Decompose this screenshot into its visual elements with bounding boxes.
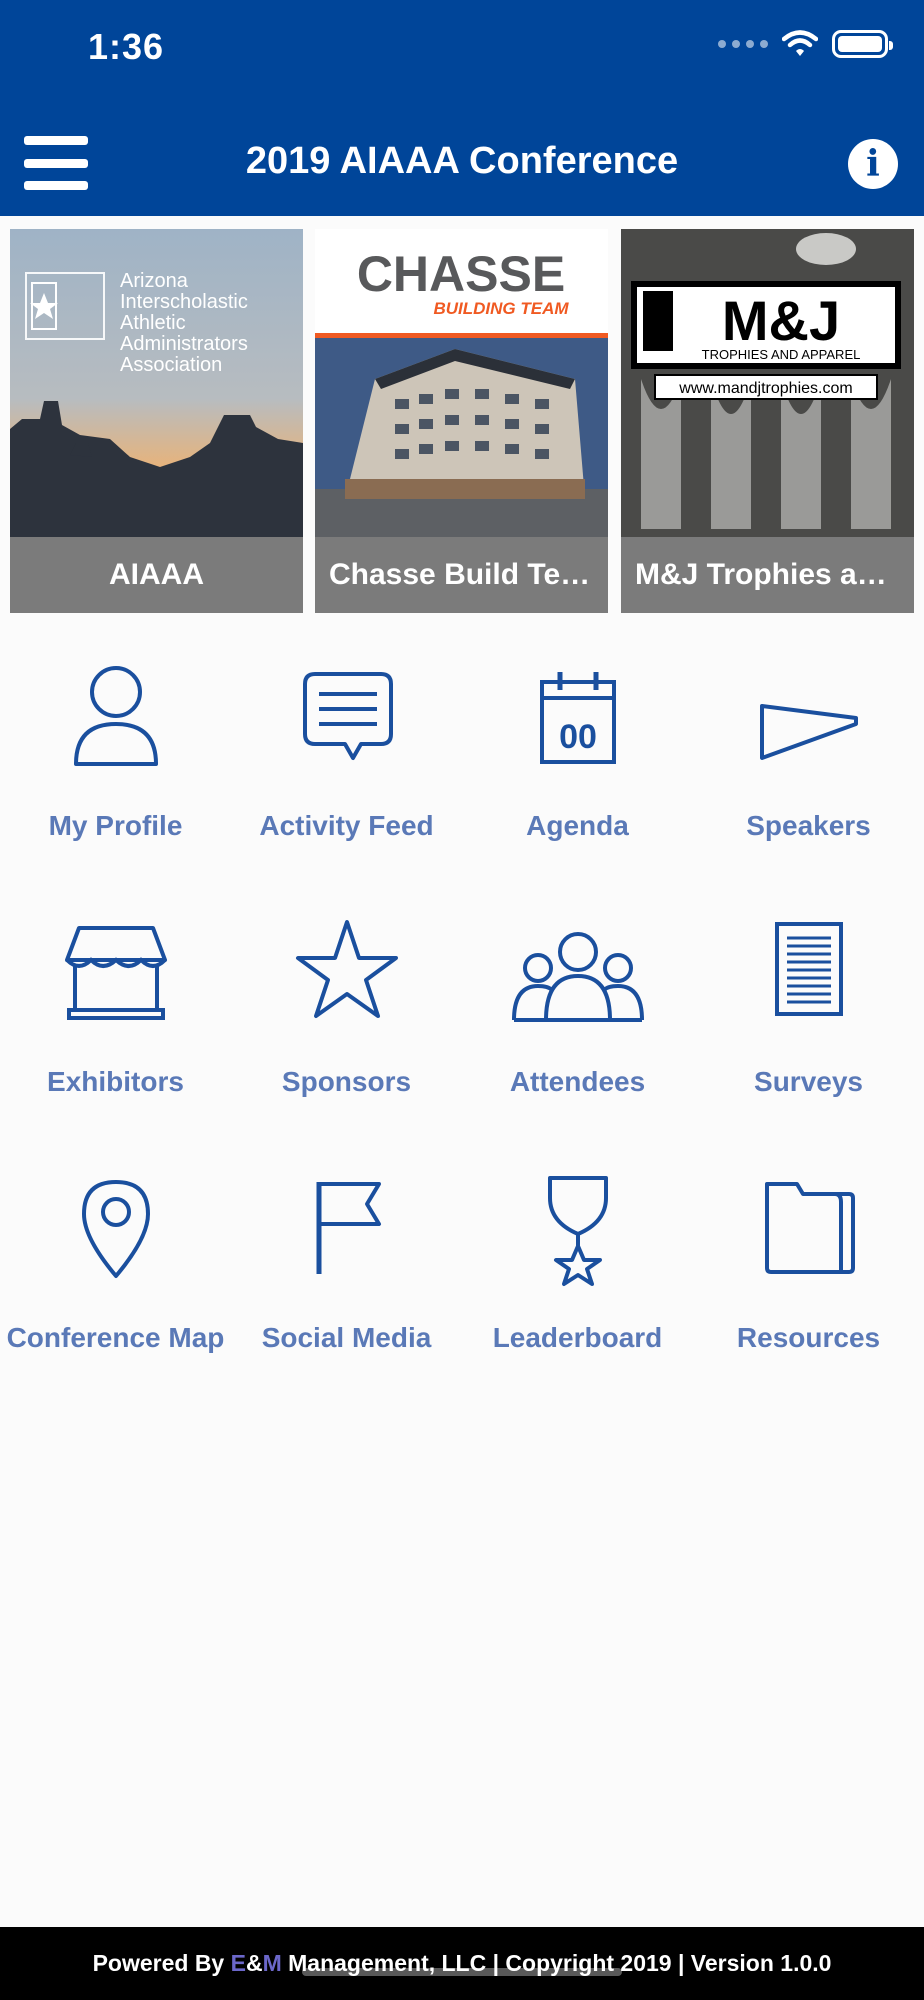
tile-activity-feed[interactable]: Activity Feed — [231, 640, 462, 880]
tile-exhibitors[interactable]: Exhibitors — [0, 896, 231, 1136]
tile-attendees[interactable]: Attendees — [462, 896, 693, 1136]
page-title: 2019 AIAAA Conference — [245, 140, 679, 182]
app-header: 1:36 2019 AIAAA Conference i — [0, 0, 924, 216]
people-group-icon — [511, 932, 644, 1022]
footer-brand-e: E — [230, 1950, 246, 1976]
calendar-icon-text: 00 — [559, 718, 597, 756]
chasse-banner-image: CHASSE BUILDING TEAM — [315, 229, 608, 537]
tile-label: Speakers — [746, 810, 871, 841]
sponsor-card-chasse[interactable]: CHASSE BUILDING TEAM Chasse Build Team — [315, 229, 608, 613]
tile-label: Conference Map — [6, 1322, 225, 1353]
home-indicator[interactable] — [302, 1968, 622, 1976]
chasse-logo-subtext: BUILDING TEAM — [433, 299, 569, 318]
chasse-logo-text: CHASSE — [357, 246, 565, 302]
tile-conference-map[interactable]: Conference Map — [0, 1152, 231, 1392]
aiaaa-banner-image: Arizona Interscholastic Athletic Adminis… — [10, 229, 303, 537]
tile-label: Resources — [736, 1322, 881, 1353]
sponsor-label: Chasse Build Team — [315, 537, 608, 613]
wifi-icon — [782, 30, 818, 56]
sponsor-card-aiaaa[interactable]: Arizona Interscholastic Athletic Adminis… — [10, 229, 303, 613]
folder-icon — [764, 1182, 855, 1274]
tile-surveys[interactable]: Surveys — [693, 896, 924, 1136]
tile-label: Exhibitors — [47, 1066, 184, 1097]
tile-sponsors[interactable]: Sponsors — [231, 896, 462, 1136]
tile-label: Agenda — [526, 810, 629, 841]
tile-label: Surveys — [754, 1066, 863, 1097]
status-time: 1:36 — [88, 26, 165, 67]
aiaaa-logo-text-5: Association — [120, 354, 222, 376]
footer-bar: Powered By E&M Management, LLC | Copyrig… — [0, 1927, 924, 2000]
aiaaa-logo-text-3: Athletic — [120, 312, 186, 334]
tile-label: Attendees — [509, 1066, 646, 1097]
tile-social-media[interactable]: Social Media — [231, 1152, 462, 1392]
tile-resources[interactable]: Resources — [693, 1152, 924, 1392]
document-lines-icon — [774, 922, 843, 1016]
sponsor-label: AIAAA — [10, 537, 303, 613]
person-icon — [73, 666, 158, 766]
booth-icon — [64, 926, 167, 1020]
battery-icon — [832, 30, 893, 58]
sponsor-label: M&J Trophies an... — [621, 537, 914, 613]
flag-icon — [316, 1182, 381, 1274]
mj-logo-text: M&J — [722, 289, 840, 352]
mj-trophies-banner-image: M&J TROPHIES AND APPAREL www.mandjtrophi… — [621, 229, 914, 537]
tile-leaderboard[interactable]: Leaderboard — [462, 1152, 693, 1392]
mj-logo-subtext: TROPHIES AND APPAREL — [702, 347, 861, 362]
calendar-icon: 00 — [539, 672, 616, 764]
sponsor-card-mj-trophies[interactable]: M&J TROPHIES AND APPAREL www.mandjtrophi… — [621, 229, 914, 613]
mj-logo-url: www.mandjtrophies.com — [678, 380, 852, 397]
tile-my-profile[interactable]: My Profile — [0, 640, 231, 880]
aiaaa-logo-text-1: Arizona — [120, 270, 189, 292]
sponsor-carousel[interactable]: Arizona Interscholastic Athletic Adminis… — [10, 229, 924, 613]
star-icon — [295, 920, 398, 1018]
info-button[interactable]: i — [848, 139, 898, 189]
tile-label: Sponsors — [281, 1066, 412, 1097]
medal-icon — [547, 1176, 608, 1286]
status-indicators — [718, 30, 893, 58]
footer-prefix: Powered By — [92, 1950, 231, 1976]
footer-brand-amp: & — [245, 1950, 263, 1976]
aiaaa-logo-text-2: Interscholastic — [120, 291, 248, 313]
tile-agenda[interactable]: 00 Agenda — [462, 640, 693, 880]
aiaaa-logo-text-4: Administrators — [120, 333, 248, 355]
cellular-signal-icon — [718, 40, 768, 48]
footer-brand-m: M — [262, 1950, 282, 1976]
tile-label: Social Media — [261, 1322, 432, 1353]
tile-label: Activity Feed — [259, 810, 434, 841]
tile-label: My Profile — [48, 810, 183, 841]
chat-bubble-icon — [302, 672, 393, 760]
megaphone-icon — [759, 704, 858, 760]
tile-label: Leaderboard — [492, 1322, 663, 1353]
map-pin-icon — [81, 1180, 150, 1278]
tile-speakers[interactable]: Speakers — [693, 640, 924, 880]
